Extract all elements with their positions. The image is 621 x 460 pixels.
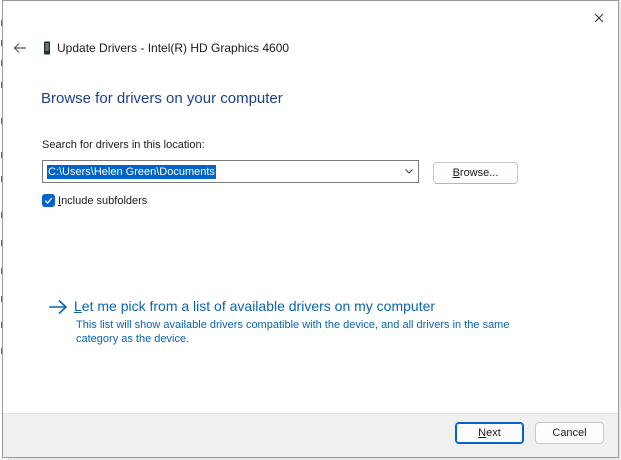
browse-label: rowse... [459,167,499,179]
cancel-label: Cancel [552,427,587,439]
pick-link-label: et me pick from a list of available driv… [81,298,436,314]
pick-from-list-link[interactable]: Let me pick from a list of available dri… [48,297,435,316]
cancel-button[interactable]: Cancel [535,422,604,444]
update-drivers-dialog: Update Drivers - Intel(R) HD Graphics 46… [2,0,619,458]
include-subfolders-label: nclude subfolders [61,194,148,207]
dialog-footer: Next Cancel [3,413,618,457]
chevron-down-icon[interactable] [404,166,414,176]
driver-path-value[interactable]: C:\Users\Helen Green\Documents [47,165,216,179]
dialog-header: Update Drivers - Intel(R) HD Graphics 46… [43,39,289,57]
checkmark-icon [44,197,53,204]
next-button[interactable]: Next [455,422,524,444]
browse-mnemonic: B [452,167,460,179]
window-title: Update Drivers - Intel(R) HD Graphics 46… [57,41,290,55]
include-subfolders-checkbox[interactable] [42,194,55,207]
browse-button[interactable]: Browse... [433,162,518,184]
pick-mnemonic: L [74,298,82,314]
search-location-label: Search for drivers in this location: [42,139,205,151]
pick-description: This list will show available drivers co… [76,319,510,345]
arrow-right-icon [49,299,68,315]
close-icon [594,13,604,23]
close-button[interactable] [588,7,610,29]
page-heading: Browse for drivers on your computer [41,90,283,107]
next-label: ext [486,427,501,439]
next-mnemonic: N [478,427,487,439]
back-button[interactable] [10,39,30,57]
back-arrow-icon [13,43,26,53]
device-icon [44,41,50,55]
include-subfolders-option[interactable]: Include subfolders [42,194,147,207]
driver-path-combobox[interactable]: C:\Users\Helen Green\Documents [42,160,419,183]
